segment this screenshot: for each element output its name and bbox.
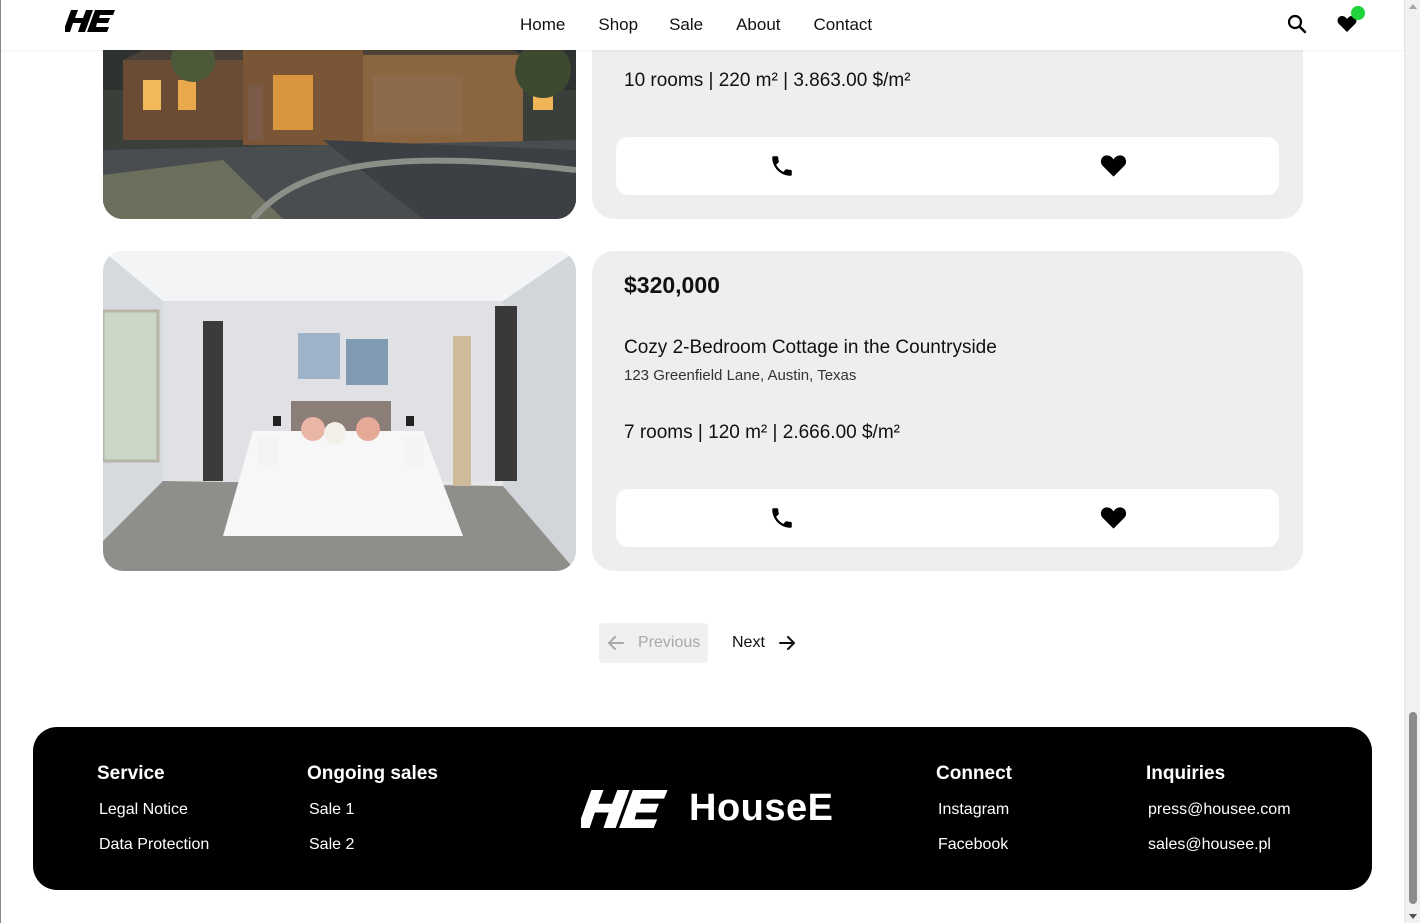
bedroom-photo [103,251,576,571]
footer-link-instagram[interactable]: Instagram [938,801,1012,820]
notification-dot [1351,6,1365,20]
footer-heading-inquiries: Inquiries [1146,763,1226,784]
nav-contact[interactable]: Contact [814,15,873,35]
nav-sale[interactable]: Sale [669,15,703,35]
nav-shop[interactable]: Shop [598,15,638,35]
footer-heading-service: Service [97,763,165,784]
heart-icon [1100,155,1126,177]
listing-price: $320,000 [624,272,720,298]
footer-heading-connect: Connect [936,763,1012,784]
footer-ongoing-sales: Ongoing sales Sale 1 Sale 2 [307,763,438,871]
call-button[interactable] [616,489,947,547]
favorite-button[interactable] [947,489,1279,547]
site-footer: Service Legal Notice Data Protection Ong… [33,727,1372,890]
listing-stats: 10 rooms | 220 m² | 3.863.00 $/m² [624,70,911,91]
search-icon[interactable] [1287,14,1307,34]
footer-heading-ongoing: Ongoing sales [307,763,438,784]
scrollbar-thumb[interactable] [1409,712,1417,904]
footer-brand-name: HouseE [689,787,834,829]
footer-connect: Connect Instagram Facebook [936,763,1012,871]
footer-link-facebook[interactable]: Facebook [938,836,1012,855]
next-label: Next [732,634,765,651]
previous-label: Previous [638,634,701,651]
site-header: Home Shop Sale About Contact [1,0,1404,50]
phone-icon [771,508,792,528]
footer-link-data-protection[interactable]: Data Protection [99,836,209,855]
nav-home[interactable]: Home [520,15,565,35]
listing-actions [616,137,1279,195]
heart-icon [1100,507,1126,529]
nav-about[interactable]: About [736,15,780,35]
footer-logo [581,789,668,828]
listing-card-2: $320,000 Cozy 2-Bedroom Cottage in the C… [592,251,1303,571]
page-scrollbar[interactable] [1404,0,1420,923]
call-button[interactable] [616,137,947,195]
listing-actions [616,489,1279,547]
footer-link-sale-1[interactable]: Sale 1 [309,801,438,820]
site-logo[interactable] [65,9,117,33]
footer-service: Service Legal Notice Data Protection [97,763,209,871]
arrow-right-icon [778,636,795,650]
listing-title[interactable]: Cozy 2-Bedroom Cottage in the Countrysid… [624,337,997,359]
previous-page-button[interactable]: Previous [599,623,708,663]
footer-link-sales-email[interactable]: sales@housee.pl [1148,836,1291,855]
phone-icon [771,156,792,176]
window-edge [0,0,1,923]
footer-link-legal-notice[interactable]: Legal Notice [99,801,209,820]
listing-address: 123 Greenfield Lane, Austin, Texas [624,367,857,384]
scroll-up-arrow-icon[interactable] [1409,4,1417,9]
listing-stats: 7 rooms | 120 m² | 2.666.00 $/m² [624,422,900,443]
main-nav: Home Shop Sale About Contact [520,15,905,35]
footer-link-sale-2[interactable]: Sale 2 [309,836,438,855]
listing-image-bedroom[interactable] [103,251,576,571]
footer-link-press-email[interactable]: press@housee.com [1148,801,1291,820]
footer-brand[interactable]: HouseE [581,787,833,830]
next-page-button[interactable]: Next [724,623,808,663]
favorite-button[interactable] [947,137,1279,195]
footer-inquiries: Inquiries press@housee.com sales@housee.… [1146,763,1291,871]
scroll-down-arrow-icon[interactable] [1409,914,1417,919]
arrow-left-icon [608,636,624,650]
